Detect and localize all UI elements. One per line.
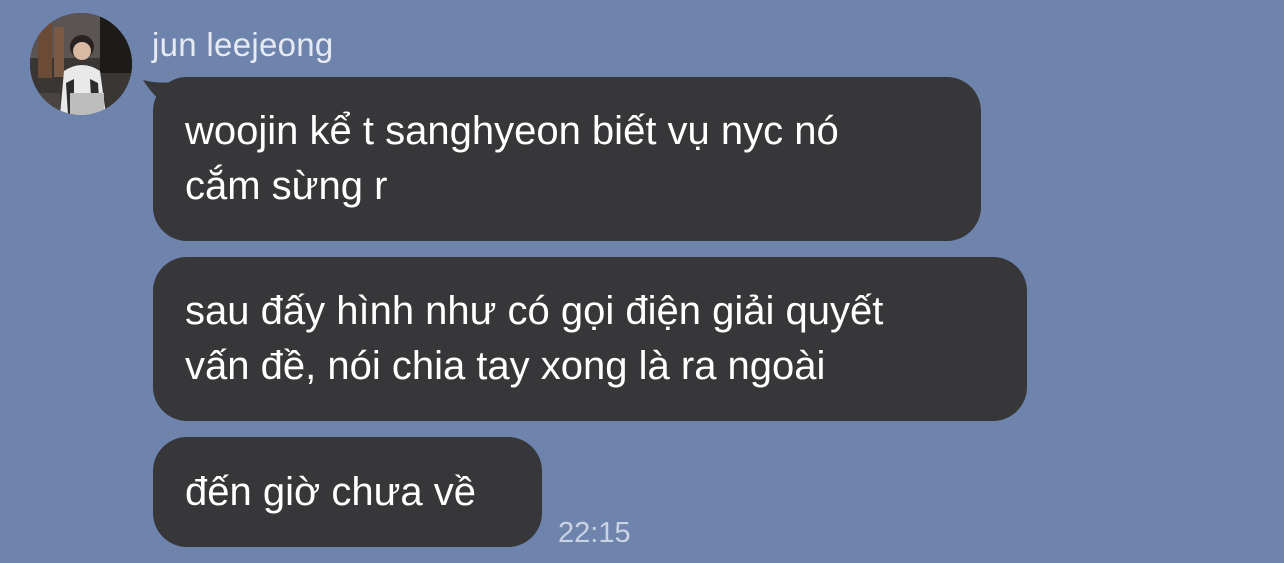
sender-name: jun leejeong (152, 26, 334, 63)
message-text-line: cắm sừng r (185, 164, 388, 208)
message-text-line: sau đấy hình như có gọi điện giải quyết (185, 289, 884, 333)
message-text-line: đến giờ chưa về (185, 469, 476, 514)
message-timestamp: 22:15 (558, 517, 631, 549)
message-bubble[interactable]: sau đấy hình như có gọi điện giải quyết … (153, 257, 1027, 421)
message-bubble[interactable]: đến giờ chưa về (153, 437, 542, 547)
message-bubble[interactable]: woojin kể t sanghyeon biết vụ nyc nó cắm… (153, 77, 981, 241)
avatar[interactable] (30, 13, 132, 115)
profile-photo-icon (30, 13, 132, 115)
message-text-line: woojin kể t sanghyeon biết vụ nyc nó (185, 109, 839, 153)
chat-view: jun leejeong woojin kể t sanghyeon biết … (0, 0, 1284, 563)
message-text-line: vấn đề, nói chia tay xong là ra ngoài (185, 344, 826, 388)
